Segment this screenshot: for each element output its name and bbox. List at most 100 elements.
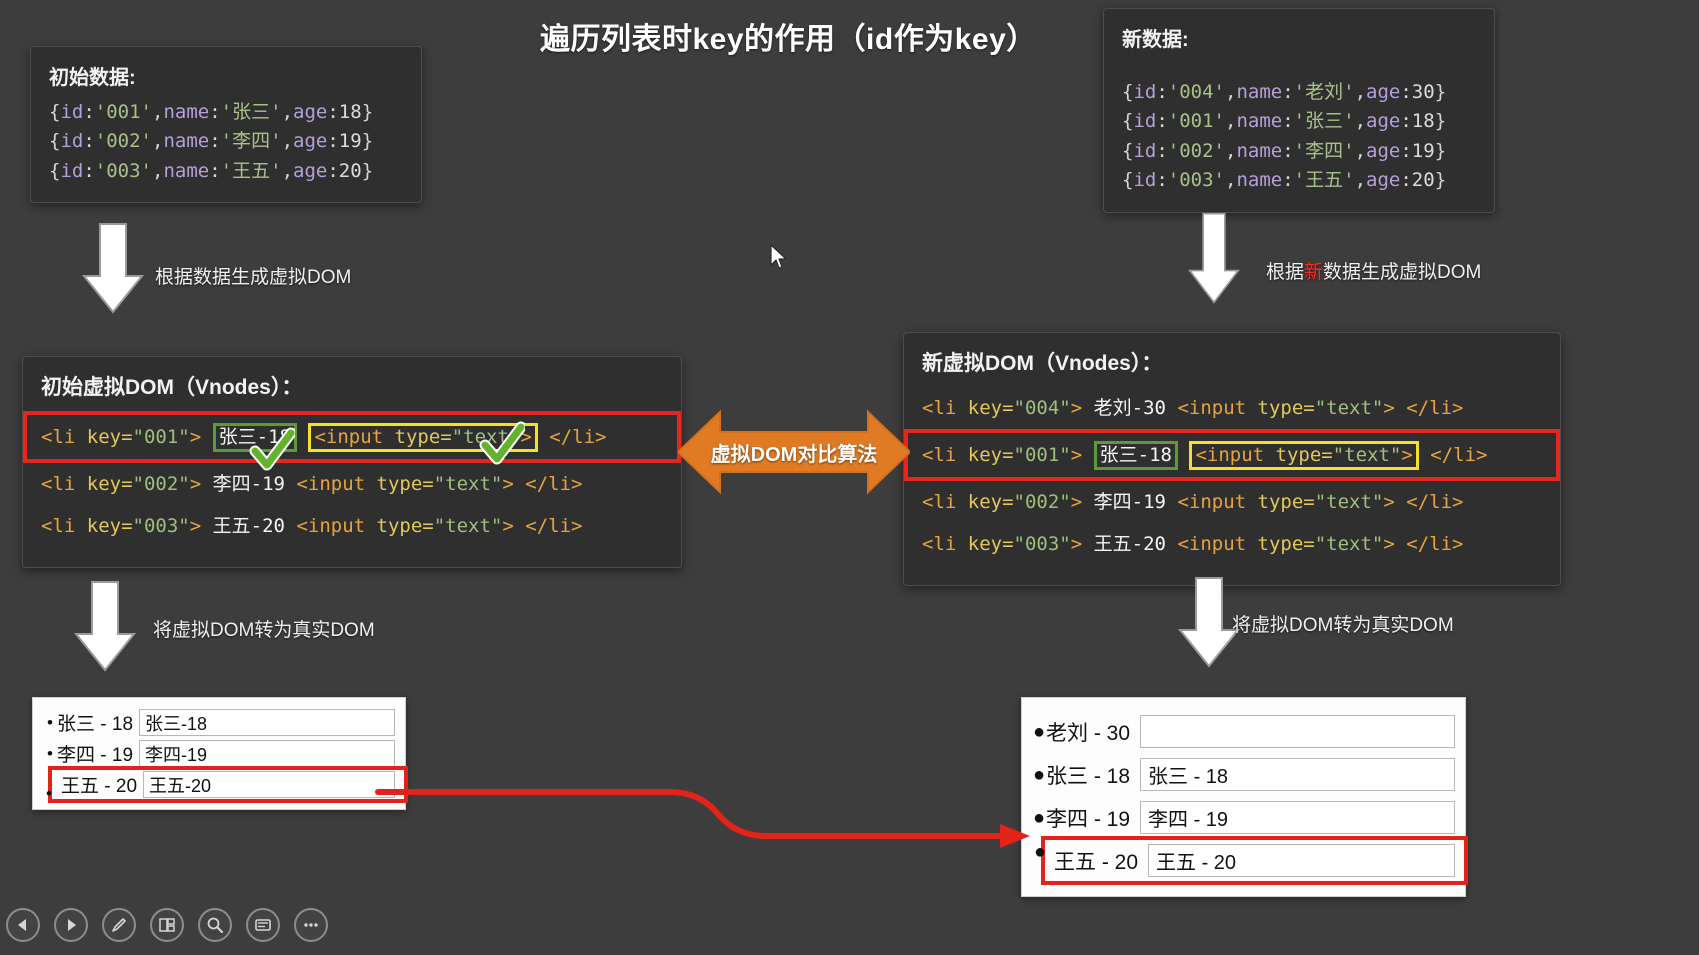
initial-vdom-row: <li key="003"> 王五-20 <input type="text">… [41, 505, 663, 547]
colon: : [327, 130, 339, 153]
value-name: '王五' [220, 159, 282, 182]
compare-arrow: 虚拟DOM对比算法 [678, 406, 910, 498]
value-name: '李四' [220, 130, 282, 153]
input-yellow-box: <input type="text"> [1189, 440, 1419, 471]
text-input[interactable] [1140, 715, 1455, 748]
list-item-highlighted: 王五 - 20 王五-20 [48, 766, 408, 803]
value-age: 18 [1411, 110, 1435, 133]
input-type-value: "text" [1314, 533, 1384, 555]
key-id: id [1133, 169, 1157, 192]
initial-data-row: {id:'003',name:'王五',age:20} [49, 157, 403, 186]
li-tag-close: </li> [1406, 397, 1464, 419]
text-input[interactable]: 张三-18 [139, 709, 395, 736]
pen-icon[interactable] [102, 908, 136, 942]
li-tag-open: <li [41, 473, 76, 495]
key-name: name [1236, 81, 1283, 103]
new-vdom-row: <li key="004"> 老刘-30 <input type="text">… [922, 387, 1542, 429]
brace-open: { [49, 130, 61, 153]
key-name: name [1236, 110, 1283, 133]
gt: > [502, 515, 514, 537]
value-name: '王五' [1293, 169, 1355, 192]
input-tag-open: <input [1177, 533, 1247, 555]
initial-data-row: {id:'001',name:'张三',age:18} [49, 98, 403, 127]
red-connector-arrow [370, 780, 1030, 870]
new-vdom-panel: 新虚拟DOM（Vnodes）： <li key="004"> 老刘-30 <in… [903, 332, 1561, 586]
key-id: id [60, 159, 84, 182]
comma: , [281, 101, 294, 123]
key-attr: key= [967, 444, 1014, 466]
new-data-panel: 新数据: {id:'004',name:'老刘',age:30} {id:'00… [1103, 8, 1495, 213]
input-tag-open: <input [1195, 443, 1265, 466]
text-input[interactable]: 李四-19 [139, 740, 395, 767]
more-icon[interactable] [294, 908, 328, 942]
key-age: age [1366, 81, 1401, 103]
gt: > [502, 473, 514, 495]
initial-data-panel: 初始数据: {id:'001',name:'张三',age:18} {id:'0… [30, 46, 422, 204]
input-type-value: "text" [1314, 491, 1384, 513]
value-id: '003' [1167, 169, 1225, 192]
input-type-value: "text" [1332, 443, 1402, 466]
flow-label-left-top: 根据数据生成虚拟DOM [155, 267, 352, 288]
colon: : [1282, 81, 1294, 103]
list-item-label: 张三 - 18 [1046, 764, 1131, 788]
key-id: id [60, 101, 84, 123]
flow-label-right-bottom: 将虚拟DOM转为真实DOM [1232, 615, 1454, 636]
colon: : [1282, 110, 1294, 133]
new-vdom-row: <li key="003"> 王五-20 <input type="text">… [922, 523, 1542, 565]
previous-slide-icon[interactable] [6, 908, 40, 942]
bullet-icon: • [47, 744, 53, 763]
key-age: age [1366, 110, 1401, 133]
gt: > [1401, 443, 1413, 466]
gt: > [189, 515, 202, 537]
gt: > [1383, 491, 1395, 513]
new-vdom-row-highlighted: <li key="001"> 张三-18 <input type="text">… [904, 429, 1560, 481]
gt: > [189, 473, 202, 495]
key-value: "001" [1013, 444, 1071, 466]
key-attr: key= [967, 397, 1014, 419]
value-name: '李四' [1293, 139, 1355, 162]
comma: , [1225, 139, 1237, 162]
text-input[interactable]: 王五-20 [143, 771, 395, 798]
text-input[interactable]: 李四 - 19 [1140, 801, 1455, 834]
key-name: name [163, 159, 210, 182]
colon: : [327, 101, 339, 123]
value-age: 19 [1411, 139, 1435, 162]
next-slide-icon[interactable] [54, 908, 88, 942]
colon: : [83, 101, 95, 123]
list-item: • 李四 - 19 李四-19 [33, 738, 405, 769]
comma: , [281, 159, 294, 182]
initial-data-row: {id:'002',name:'李四',age:19} [49, 127, 403, 156]
layout-icon[interactable] [150, 908, 184, 942]
input-type-attr: type= [1257, 491, 1315, 513]
new-vdom-row: <li key="002"> 李四-19 <input type="text">… [922, 481, 1542, 523]
key-attr: key= [86, 473, 133, 495]
value-id: '002' [94, 130, 152, 153]
brace-open: { [1122, 169, 1134, 192]
flow-arrow-down-left-bottom [74, 580, 136, 672]
colon: : [1400, 110, 1412, 133]
key-age: age [293, 101, 328, 123]
text-input[interactable]: 张三 - 18 [1140, 758, 1455, 791]
comma: , [1354, 110, 1367, 133]
brace-close: } [1434, 110, 1447, 133]
gt: > [520, 425, 532, 448]
bullet-icon: ● [1032, 720, 1046, 743]
comma: , [1225, 169, 1237, 192]
key-attr: key= [967, 491, 1014, 513]
list-item: ● 老刘 - 30 [1022, 710, 1465, 753]
colon: : [83, 159, 95, 182]
text-input[interactable]: 王五 - 20 [1148, 844, 1455, 877]
input-tag-open: <input [1177, 491, 1247, 513]
brace-close: } [361, 130, 374, 153]
value-name: '张三' [220, 101, 282, 123]
new-data-heading: 新数据: [1122, 29, 1189, 51]
screen-icon[interactable] [246, 908, 280, 942]
value-age: 20 [338, 159, 362, 182]
brace-close: } [361, 159, 374, 182]
comma: , [1354, 81, 1367, 103]
key-name: name [163, 101, 210, 123]
comma: , [152, 101, 164, 123]
key-id: id [1133, 139, 1157, 162]
magnifier-icon[interactable] [198, 908, 232, 942]
colon: : [1282, 139, 1294, 162]
